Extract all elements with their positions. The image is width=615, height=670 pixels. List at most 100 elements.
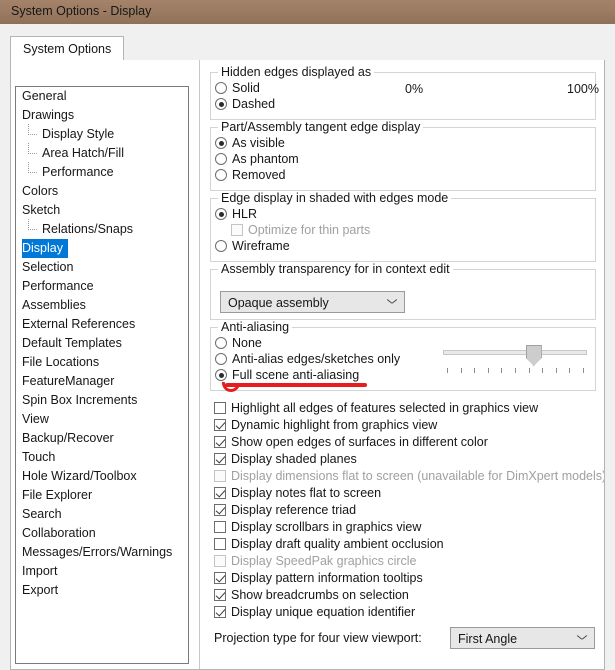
sidebar-item-label: Export	[22, 583, 59, 597]
checkbox-icon-display-reference-triad[interactable]	[214, 504, 226, 516]
checkbox-icon-highlight-all-edges-of-features-selected-in-grap[interactable]	[214, 402, 226, 414]
sidebar-item-selection[interactable]: Selection	[16, 258, 188, 277]
checkbox-icon-display-notes-flat-to-screen[interactable]	[214, 487, 226, 499]
projection-type-combo[interactable]: First Angle	[450, 627, 595, 649]
tree-branch-icon	[28, 162, 38, 182]
radio-row-full-scene[interactable]: Full scene anti-aliasing	[215, 367, 400, 383]
sidebar-item-performance[interactable]: Performance	[16, 277, 188, 296]
sidebar-item-performance[interactable]: Performance	[16, 162, 188, 182]
checkbox-icon-display-dimensions-flat-to-screen-unavailable-fo	[214, 470, 226, 482]
checkbox-row-display-dimensions-flat-to-screen-unavailable-fo: Display dimensions flat to screen (unava…	[214, 468, 604, 485]
radio-row-none[interactable]: None	[215, 335, 400, 351]
sidebar-item-label: Hole Wizard/Toolbox	[22, 469, 137, 483]
checkbox-icon-display-shaded-planes[interactable]	[214, 453, 226, 465]
radio-row-as-phantom[interactable]: As phantom	[215, 151, 299, 167]
sidebar-item-display[interactable]: Display	[16, 239, 188, 258]
radio-icon-as-visible[interactable]	[215, 137, 227, 149]
sidebar-item-label: Default Templates	[22, 336, 122, 350]
sidebar-item-drawings[interactable]: Drawings	[16, 106, 188, 125]
sidebar-item-sketch[interactable]: Sketch	[16, 201, 188, 220]
chevron-down-icon[interactable]	[387, 299, 396, 304]
radio-row-solid[interactable]: Solid	[215, 80, 275, 96]
checkbox-label: Display scrollbars in graphics view	[231, 520, 422, 534]
checkbox-row-optimize-thin-parts: Optimize for thin parts	[215, 222, 370, 238]
checkbox-label: Display draft quality ambient occlusion	[231, 537, 444, 551]
checkbox-icon-dynamic-highlight-from-graphics-view[interactable]	[214, 419, 226, 431]
checkbox-icon-display-draft-quality-ambient-occlusion[interactable]	[214, 538, 226, 550]
radio-icon-none[interactable]	[215, 337, 227, 349]
radio-icon-wireframe[interactable]	[215, 240, 227, 252]
checkbox-row-display-scrollbars-in-graphics-view[interactable]: Display scrollbars in graphics view	[214, 519, 594, 536]
checkbox-icon-display-pattern-information-tooltips[interactable]	[214, 572, 226, 584]
sidebar-item-hole-wizard-toolbox[interactable]: Hole Wizard/Toolbox	[16, 467, 188, 486]
radio-icon-as-phantom[interactable]	[215, 153, 227, 165]
projection-type-label: Projection type for four view viewport:	[214, 631, 422, 645]
sidebar-item-messages-errors-warnings[interactable]: Messages/Errors/Warnings	[16, 543, 188, 562]
radio-icon-solid[interactable]	[215, 82, 227, 94]
radio-row-removed[interactable]: Removed	[215, 167, 299, 183]
sidebar-item-backup-recover[interactable]: Backup/Recover	[16, 429, 188, 448]
checkbox-row-display-notes-flat-to-screen[interactable]: Display notes flat to screen	[214, 485, 594, 502]
checkbox-row-display-unique-equation-identifier[interactable]: Display unique equation identifier	[214, 604, 594, 621]
sidebar-item-area-hatch-fill[interactable]: Area Hatch/Fill	[16, 143, 188, 163]
checkbox-icon-optimize-thin-parts	[231, 224, 243, 236]
sidebar-item-import[interactable]: Import	[16, 562, 188, 581]
radio-row-wireframe[interactable]: Wireframe	[215, 238, 370, 254]
sidebar-item-touch[interactable]: Touch	[16, 448, 188, 467]
sidebar-item-label: Relations/Snaps	[42, 222, 134, 236]
checkbox-row-dynamic-highlight-from-graphics-view[interactable]: Dynamic highlight from graphics view	[214, 417, 594, 434]
sidebar-item-relations-snaps[interactable]: Relations/Snaps	[16, 219, 188, 239]
checkbox-label: Show open edges of surfaces in different…	[231, 435, 488, 449]
checkbox-label: Display unique equation identifier	[231, 605, 416, 619]
radio-icon-dashed[interactable]	[215, 98, 227, 110]
system-options-dialog: System Options - Display System Options …	[0, 0, 615, 670]
sidebar-item-external-references[interactable]: External References	[16, 315, 188, 334]
chevron-down-icon[interactable]	[577, 635, 586, 640]
radio-label-removed: Removed	[232, 168, 286, 182]
sidebar-item-label: Collaboration	[22, 526, 96, 540]
sidebar-item-assemblies[interactable]: Assemblies	[16, 296, 188, 315]
checkbox-label: Display dimensions flat to screen (unava…	[231, 469, 605, 483]
sidebar-item-display-style[interactable]: Display Style	[16, 124, 188, 144]
checkbox-row-show-breadcrumbs-on-selection[interactable]: Show breadcrumbs on selection	[214, 587, 594, 604]
checkbox-row-display-reference-triad[interactable]: Display reference triad	[214, 502, 594, 519]
sidebar-item-search[interactable]: Search	[16, 505, 188, 524]
group-hidden-edges: Hidden edges displayed as Solid Dashed	[210, 65, 596, 120]
checkbox-icon-show-open-edges-of-surfaces-in-different-color[interactable]	[214, 436, 226, 448]
radio-row-hlr[interactable]: HLR	[215, 206, 370, 222]
sidebar-item-export[interactable]: Export	[16, 581, 188, 600]
sidebar-item-file-locations[interactable]: File Locations	[16, 353, 188, 372]
sidebar-item-default-templates[interactable]: Default Templates	[16, 334, 188, 353]
tab-system-options[interactable]: System Options	[10, 36, 125, 60]
checkbox-label: Display notes flat to screen	[231, 486, 382, 500]
sidebar-item-label: General	[22, 89, 67, 103]
sidebar-item-featuremanager[interactable]: FeatureManager	[16, 372, 188, 391]
checkbox-row-display-pattern-information-tooltips[interactable]: Display pattern information tooltips	[214, 570, 594, 587]
checkbox-row-highlight-all-edges-of-features-selected-in-grap[interactable]: Highlight all edges of features selected…	[214, 400, 594, 417]
checkbox-row-display-shaded-planes[interactable]: Display shaded planes	[214, 451, 594, 468]
radio-icon-anti-alias-edges[interactable]	[215, 353, 227, 365]
checkbox-label: Display pattern information tooltips	[231, 571, 423, 585]
sidebar-item-collaboration[interactable]: Collaboration	[16, 524, 188, 543]
checkbox-icon-show-breadcrumbs-on-selection[interactable]	[214, 589, 226, 601]
radio-row-anti-alias-edges[interactable]: Anti-alias edges/sketches only	[215, 351, 400, 367]
radio-row-dashed[interactable]: Dashed	[215, 96, 275, 112]
checkbox-row-display-draft-quality-ambient-occlusion[interactable]: Display draft quality ambient occlusion	[214, 536, 594, 553]
sidebar-item-spin-box-increments[interactable]: Spin Box Increments	[16, 391, 188, 410]
sidebar-item-file-explorer[interactable]: File Explorer	[16, 486, 188, 505]
checkbox-icon-display-unique-equation-identifier[interactable]	[214, 606, 226, 618]
radio-label-as-visible: As visible	[232, 136, 285, 150]
dialog-body: System Options General Drawings Display St…	[0, 24, 615, 670]
transparency-combo[interactable]: Opaque assembly	[220, 291, 405, 313]
radio-icon-removed[interactable]	[215, 169, 227, 181]
checkbox-icon-display-scrollbars-in-graphics-view[interactable]	[214, 521, 226, 533]
slider-max-label: 100%	[567, 82, 599, 96]
radio-row-as-visible[interactable]: As visible	[215, 135, 299, 151]
group-tangent-edge: Part/Assembly tangent edge display As vi…	[210, 120, 596, 191]
sidebar-item-colors[interactable]: Colors	[16, 182, 188, 201]
sidebar-item-view[interactable]: View	[16, 410, 188, 429]
sidebar-item-general[interactable]: General	[16, 87, 188, 106]
radio-icon-hlr[interactable]	[215, 208, 227, 220]
options-category-list[interactable]: General Drawings Display Style Area Hatch/F…	[15, 86, 189, 664]
checkbox-row-show-open-edges-of-surfaces-in-different-color[interactable]: Show open edges of surfaces in different…	[214, 434, 594, 451]
